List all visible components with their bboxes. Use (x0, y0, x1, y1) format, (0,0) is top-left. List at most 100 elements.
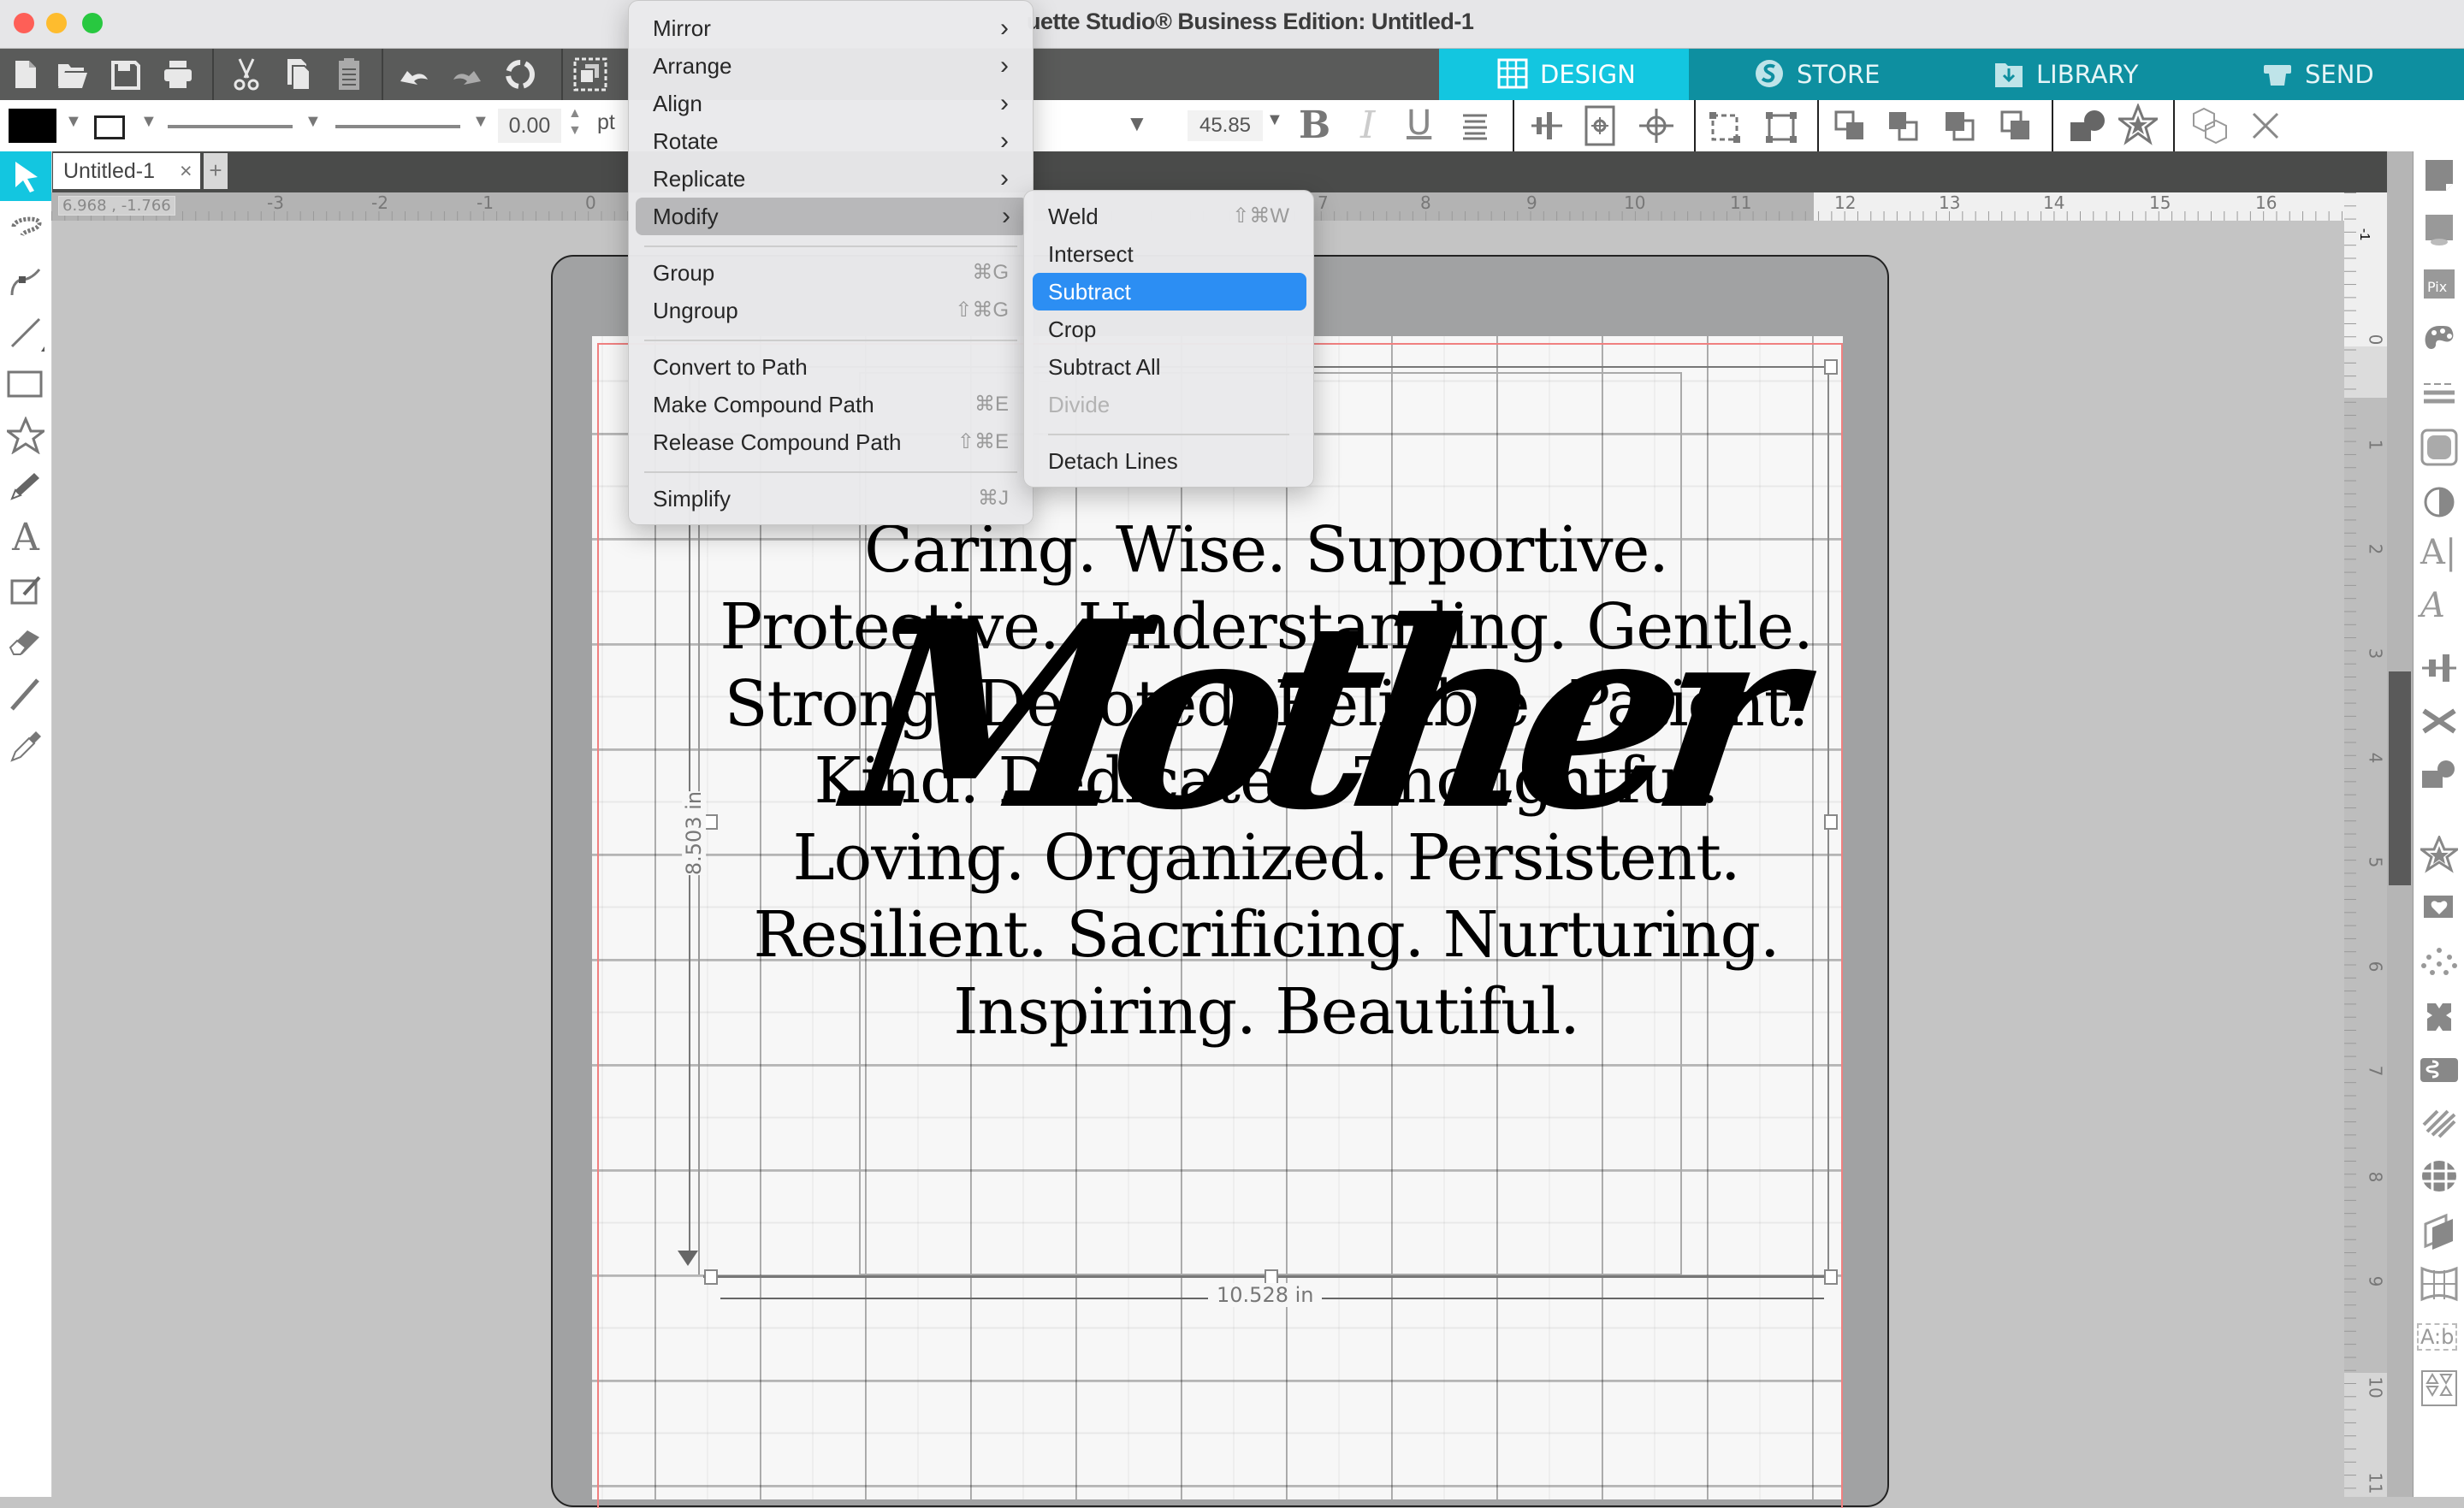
ungroup-icon[interactable] (1764, 110, 1798, 145)
ruler-tick-label: 7 (1318, 192, 1329, 213)
nesting-icon[interactable] (2420, 1369, 2458, 1407)
page-setup-icon[interactable] (2422, 157, 2456, 194)
menu-item-release-compound-path[interactable]: Release Compound Path ⇧⌘E (629, 423, 1033, 461)
zoom-window-button[interactable] (82, 13, 103, 33)
menu-item-ungroup[interactable]: Ungroup ⇧⌘G (629, 292, 1033, 329)
menu-item-group[interactable]: Group ⌘G (629, 254, 1033, 292)
resize-handle-top-right[interactable] (1824, 359, 1838, 375)
sketch-panel-icon[interactable] (2420, 1106, 2458, 1140)
bring-to-front-icon[interactable] (1833, 109, 1867, 143)
document-tab[interactable]: Untitled-1 × (53, 153, 200, 189)
weld-shapes-icon[interactable] (2069, 107, 2108, 145)
menu-item-crop[interactable]: Crop (1024, 310, 1313, 348)
pointer-arrow-icon (15, 162, 38, 192)
3d-cubes-icon[interactable] (2190, 105, 2231, 146)
text-align-icon[interactable] (1460, 110, 1490, 141)
copy-icon[interactable] (279, 56, 317, 93)
line-style-selector[interactable] (168, 125, 293, 128)
print-icon[interactable] (159, 56, 197, 93)
fill-pattern-icon[interactable] (2420, 429, 2458, 466)
menu-item-make-compound-path[interactable]: Make Compound Path ⌘E (629, 386, 1033, 423)
line-style-dropdown-icon[interactable]: ▼ (305, 112, 322, 132)
mother-script-text[interactable]: Mother (834, 565, 1792, 866)
select-tool[interactable] (0, 151, 51, 201)
line-color-swatch[interactable] (94, 115, 125, 139)
underline-button[interactable]: U (1407, 103, 1431, 143)
save-icon[interactable] (106, 56, 144, 93)
menu-item-intersect[interactable]: Intersect (1024, 235, 1313, 273)
line-color-dropdown-icon[interactable]: ▼ (140, 112, 157, 132)
star-tool-icon[interactable] (7, 417, 44, 454)
bring-forward-icon[interactable] (1942, 109, 1976, 143)
menu-item-detach-lines[interactable]: Detach Lines (1024, 442, 1313, 480)
new-document-icon[interactable] (7, 56, 44, 93)
menu-item-weld[interactable]: Weld ⇧⌘W (1024, 198, 1313, 235)
line-tool-icon[interactable] (7, 314, 44, 352)
paste-icon[interactable] (330, 56, 368, 93)
font-size-input[interactable]: 45.85 (1188, 110, 1263, 141)
mode-tab-design[interactable]: DESIGN (1439, 49, 1689, 100)
mode-tab-send[interactable]: SEND (2211, 49, 2464, 100)
group-select-icon[interactable] (572, 56, 609, 93)
font-size-dropdown-icon[interactable]: ▼ (1266, 110, 1283, 130)
minimize-window-button[interactable] (46, 13, 67, 33)
lasso-icon[interactable] (7, 210, 44, 247)
shadow-panel-icon[interactable] (2420, 1212, 2458, 1250)
add-tab-button[interactable]: + (204, 153, 228, 189)
text-split-icon[interactable]: A:b (2417, 1323, 2458, 1351)
menu-item-mirror[interactable]: Mirror › (629, 9, 1033, 47)
line-width-input[interactable]: 0.00 (498, 109, 561, 143)
menu-item-rotate[interactable]: Rotate › (629, 122, 1033, 160)
rectangle-tool-icon[interactable] (7, 365, 44, 403)
media-settings-icon[interactable] (2422, 211, 2456, 249)
menu-item-replicate[interactable]: Replicate › (629, 160, 1033, 198)
ruler-tick-label: 11 (1730, 192, 1752, 213)
menu-item-align[interactable]: Align › (629, 85, 1033, 122)
italic-button[interactable]: I (1360, 103, 1375, 147)
close-window-button[interactable] (14, 13, 34, 33)
ruler-tick-label: 8 (1420, 192, 1431, 213)
menu-item-subtract-all[interactable]: Subtract All (1024, 348, 1313, 386)
cut-icon[interactable] (228, 56, 265, 93)
align-distribute-icon[interactable] (1530, 109, 1564, 143)
warp-sphere-icon[interactable] (2420, 1159, 2458, 1193)
undo-icon[interactable] (395, 56, 433, 93)
ruler-tick-label: 0 (2365, 334, 2386, 346)
menu-item-simplify[interactable]: Simplify ⌘J (629, 480, 1033, 517)
fill-color-swatch[interactable] (9, 109, 56, 143)
menu-item-convert-to-path[interactable]: Convert to Path (629, 348, 1033, 386)
menu-item-modify[interactable]: Modify › (636, 198, 1028, 235)
send-backward-icon[interactable] (1999, 109, 2033, 143)
curve-draw-icon[interactable] (7, 261, 44, 299)
font-dropdown-icon[interactable]: ▼ (1126, 110, 1148, 137)
line-end-dropdown-icon[interactable]: ▼ (472, 112, 489, 132)
delete-x-icon[interactable] (2248, 109, 2283, 143)
menu-item-subtract[interactable]: Subtract (1033, 273, 1306, 310)
bold-button[interactable]: B (1299, 103, 1330, 147)
resize-handle-bottom-right[interactable] (1824, 1269, 1838, 1285)
group-icon[interactable] (1708, 110, 1742, 145)
fill-color-dropdown-icon[interactable]: ▼ (65, 112, 82, 132)
resize-handle-bottom-left[interactable] (704, 1269, 718, 1285)
pixscan-icon[interactable]: Pix (2422, 266, 2456, 304)
send-to-back-icon[interactable] (1886, 109, 1920, 143)
open-folder-icon[interactable] (53, 56, 91, 93)
menu-item-arrange[interactable]: Arrange › (629, 47, 1033, 85)
line-end-selector[interactable] (335, 125, 460, 128)
close-tab-icon[interactable]: × (180, 153, 192, 189)
pencil-tool-icon[interactable] (7, 468, 44, 506)
replicate-icon[interactable] (501, 56, 539, 93)
flexi-warp-icon[interactable] (2420, 1265, 2458, 1303)
center-to-page-icon[interactable] (1584, 105, 1615, 146)
line-width-stepper[interactable]: ▲ ▼ (568, 105, 582, 139)
mode-tab-store[interactable]: STORE (1689, 49, 1946, 100)
emboss-icon[interactable] (2419, 1053, 2460, 1087)
fill-palette-icon[interactable] (2422, 322, 2456, 357)
menu-separator (644, 245, 1017, 247)
line-style-icon[interactable] (2422, 376, 2456, 410)
cursor-coordinates: 6.968 , -1.766 (58, 196, 175, 216)
offset-star-icon[interactable] (2118, 103, 2158, 146)
crosshair-icon[interactable] (1638, 107, 1675, 145)
mode-tab-library[interactable]: LIBRARY (1946, 49, 2211, 100)
redo-icon[interactable] (448, 56, 486, 93)
